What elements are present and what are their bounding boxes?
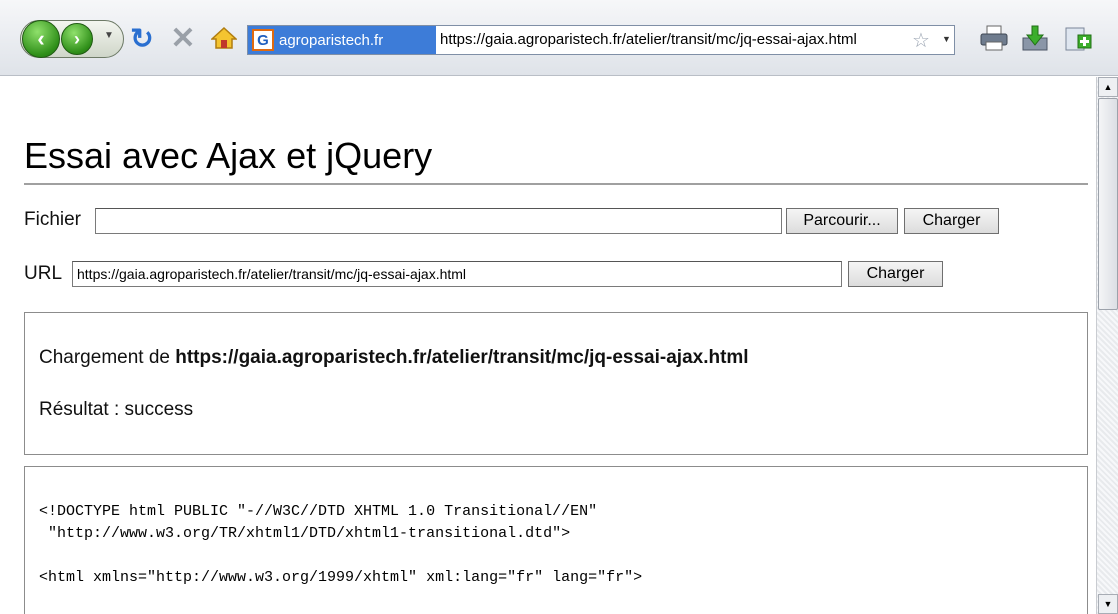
browser-toolbar: ‹ › ▼ ↻ ✕ G agroparistech.fr https://gai… xyxy=(0,0,1118,76)
printer-icon xyxy=(980,25,1008,51)
source-line: <html xmlns="http://www.w3.org/1999/xhtm… xyxy=(39,569,643,586)
scroll-down-icon[interactable]: ▼ xyxy=(1098,594,1118,614)
bookmark-star-icon[interactable]: ☆ xyxy=(912,28,930,53)
file-input[interactable] xyxy=(95,208,782,234)
page-title: Essai avec Ajax et jQuery xyxy=(24,135,433,176)
source-code: <!DOCTYPE html PUBLIC "-//W3C//DTD XHTML… xyxy=(39,501,642,589)
url-load-button[interactable]: Charger xyxy=(848,261,943,287)
source-line: "http://www.w3.org/TR/xhtml1/DTD/xhtml1-… xyxy=(39,525,571,542)
scroll-up-icon[interactable]: ▲ xyxy=(1098,77,1118,97)
loading-prefix: Chargement de xyxy=(39,347,170,368)
history-dropdown-icon[interactable]: ▼ xyxy=(104,30,114,41)
home-icon xyxy=(211,26,237,49)
scrollbar-thumb[interactable] xyxy=(1098,98,1118,310)
reload-button[interactable]: ↻ xyxy=(126,22,158,54)
site-identity-label: agroparistech.fr xyxy=(279,31,384,49)
addons-button[interactable] xyxy=(1062,22,1094,54)
home-button[interactable] xyxy=(208,22,240,54)
forward-button[interactable]: › xyxy=(61,23,93,55)
url-dropdown-icon[interactable]: ▼ xyxy=(942,34,951,44)
print-button[interactable] xyxy=(978,22,1010,54)
stop-icon: ✕ xyxy=(170,21,196,55)
file-label: Fichier xyxy=(24,209,82,230)
url-label: URL xyxy=(24,263,63,284)
source-box: <!DOCTYPE html PUBLIC "-//W3C//DTD XHTML… xyxy=(24,466,1088,614)
file-load-button[interactable]: Charger xyxy=(904,208,999,234)
downloads-button[interactable] xyxy=(1019,22,1051,54)
add-on-icon xyxy=(1065,27,1092,51)
site-identity-button[interactable]: G agroparistech.fr xyxy=(248,26,436,54)
address-bar[interactable]: G agroparistech.fr https://gaia.agropari… xyxy=(247,25,955,55)
stop-button[interactable]: ✕ xyxy=(167,21,199,55)
source-line: <!DOCTYPE html PUBLIC "-//W3C//DTD XHTML… xyxy=(39,503,598,520)
divider xyxy=(24,183,1088,185)
page-content: Essai avec Ajax et jQuery Fichier Parcou… xyxy=(0,77,1096,614)
loaded-url: https://gaia.agroparistech.fr/atelier/tr… xyxy=(175,347,749,368)
reload-icon: ↻ xyxy=(130,22,154,54)
url-input[interactable]: https://gaia.agroparistech.fr/atelier/tr… xyxy=(72,261,842,287)
download-icon xyxy=(1022,25,1048,51)
browse-button[interactable]: Parcourir... xyxy=(786,208,898,234)
back-button[interactable]: ‹ xyxy=(22,20,60,58)
url-text[interactable]: https://gaia.agroparistech.fr/atelier/tr… xyxy=(440,26,910,54)
status-box: Chargement de https://gaia.agroparistech… xyxy=(24,312,1088,455)
forward-arrow-icon: › xyxy=(74,28,80,49)
site-favicon-icon: G xyxy=(252,29,274,51)
loading-message: Chargement de https://gaia.agroparistech… xyxy=(39,347,749,369)
vertical-scrollbar[interactable]: ▲ ▼ xyxy=(1096,77,1118,614)
result-message: Résultat : success xyxy=(39,399,194,420)
back-arrow-icon: ‹ xyxy=(37,26,45,51)
